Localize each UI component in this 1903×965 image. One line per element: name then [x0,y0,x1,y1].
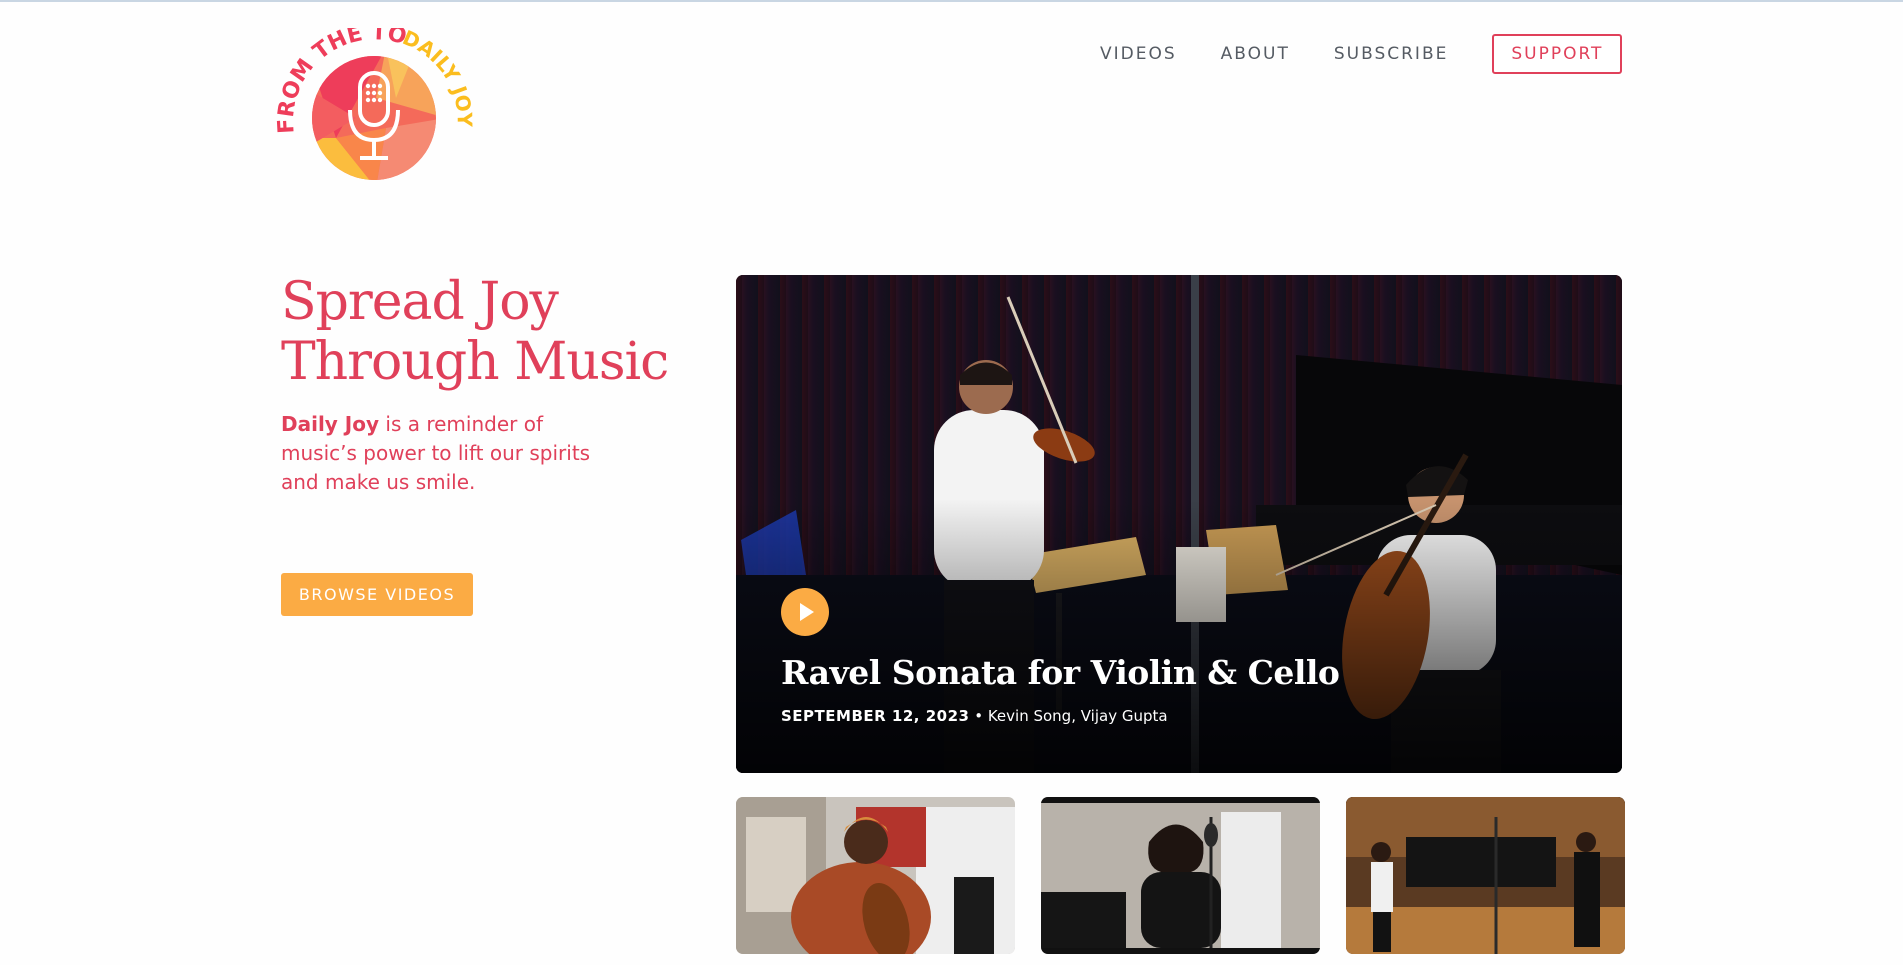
nav-subscribe[interactable]: SUBSCRIBE [1334,44,1449,64]
thumbnail-image-singer [1041,797,1320,954]
featured-video[interactable]: Ravel Sonata for Violin & Cello SEPTEMBE… [736,275,1622,773]
headline-line-1: Spread Joy [281,272,559,332]
hero-headline: Spread Joy Through Music [281,272,701,392]
page: FROM THE TOP DAILY JOY VIDEOS ABOUT SUBS… [0,0,1903,965]
featured-video-thumbnail [736,275,1622,773]
logo-mark: FROM THE TOP DAILY JOY [268,9,477,180]
meta-separator: • [969,707,988,725]
nav-videos[interactable]: VIDEOS [1100,44,1177,64]
nav-about[interactable]: ABOUT [1221,44,1290,64]
featured-meta: SEPTEMBER 12, 2023 • Kevin Song, Vijay G… [781,707,1168,725]
hero-intro: Daily Joy is a reminder of music’s power… [281,410,611,497]
browse-videos-button[interactable]: BROWSE VIDEOS [281,573,473,616]
support-button[interactable]: SUPPORT [1492,34,1623,74]
play-icon [800,603,814,621]
logo[interactable]: FROM THE TOP DAILY JOY [268,9,477,198]
video-thumbnail-3[interactable] [1346,797,1625,954]
top-border [0,0,1903,2]
main-nav: VIDEOS ABOUT SUBSCRIBE SUPPORT [1100,34,1623,74]
play-button[interactable] [781,588,829,636]
video-thumbnail-1[interactable] [736,797,1015,954]
featured-date: SEPTEMBER 12, 2023 [781,707,970,725]
headline-line-2: Through Music [281,332,669,392]
featured-title[interactable]: Ravel Sonata for Violin & Cello [781,653,1340,692]
thumbnail-image-duo [1346,797,1625,954]
intro-brand: Daily Joy [281,412,380,436]
video-thumbnail-2[interactable] [1041,797,1320,954]
featured-performers: Kevin Song, Vijay Gupta [987,707,1168,725]
thumbnail-image-cellist [736,797,1015,954]
